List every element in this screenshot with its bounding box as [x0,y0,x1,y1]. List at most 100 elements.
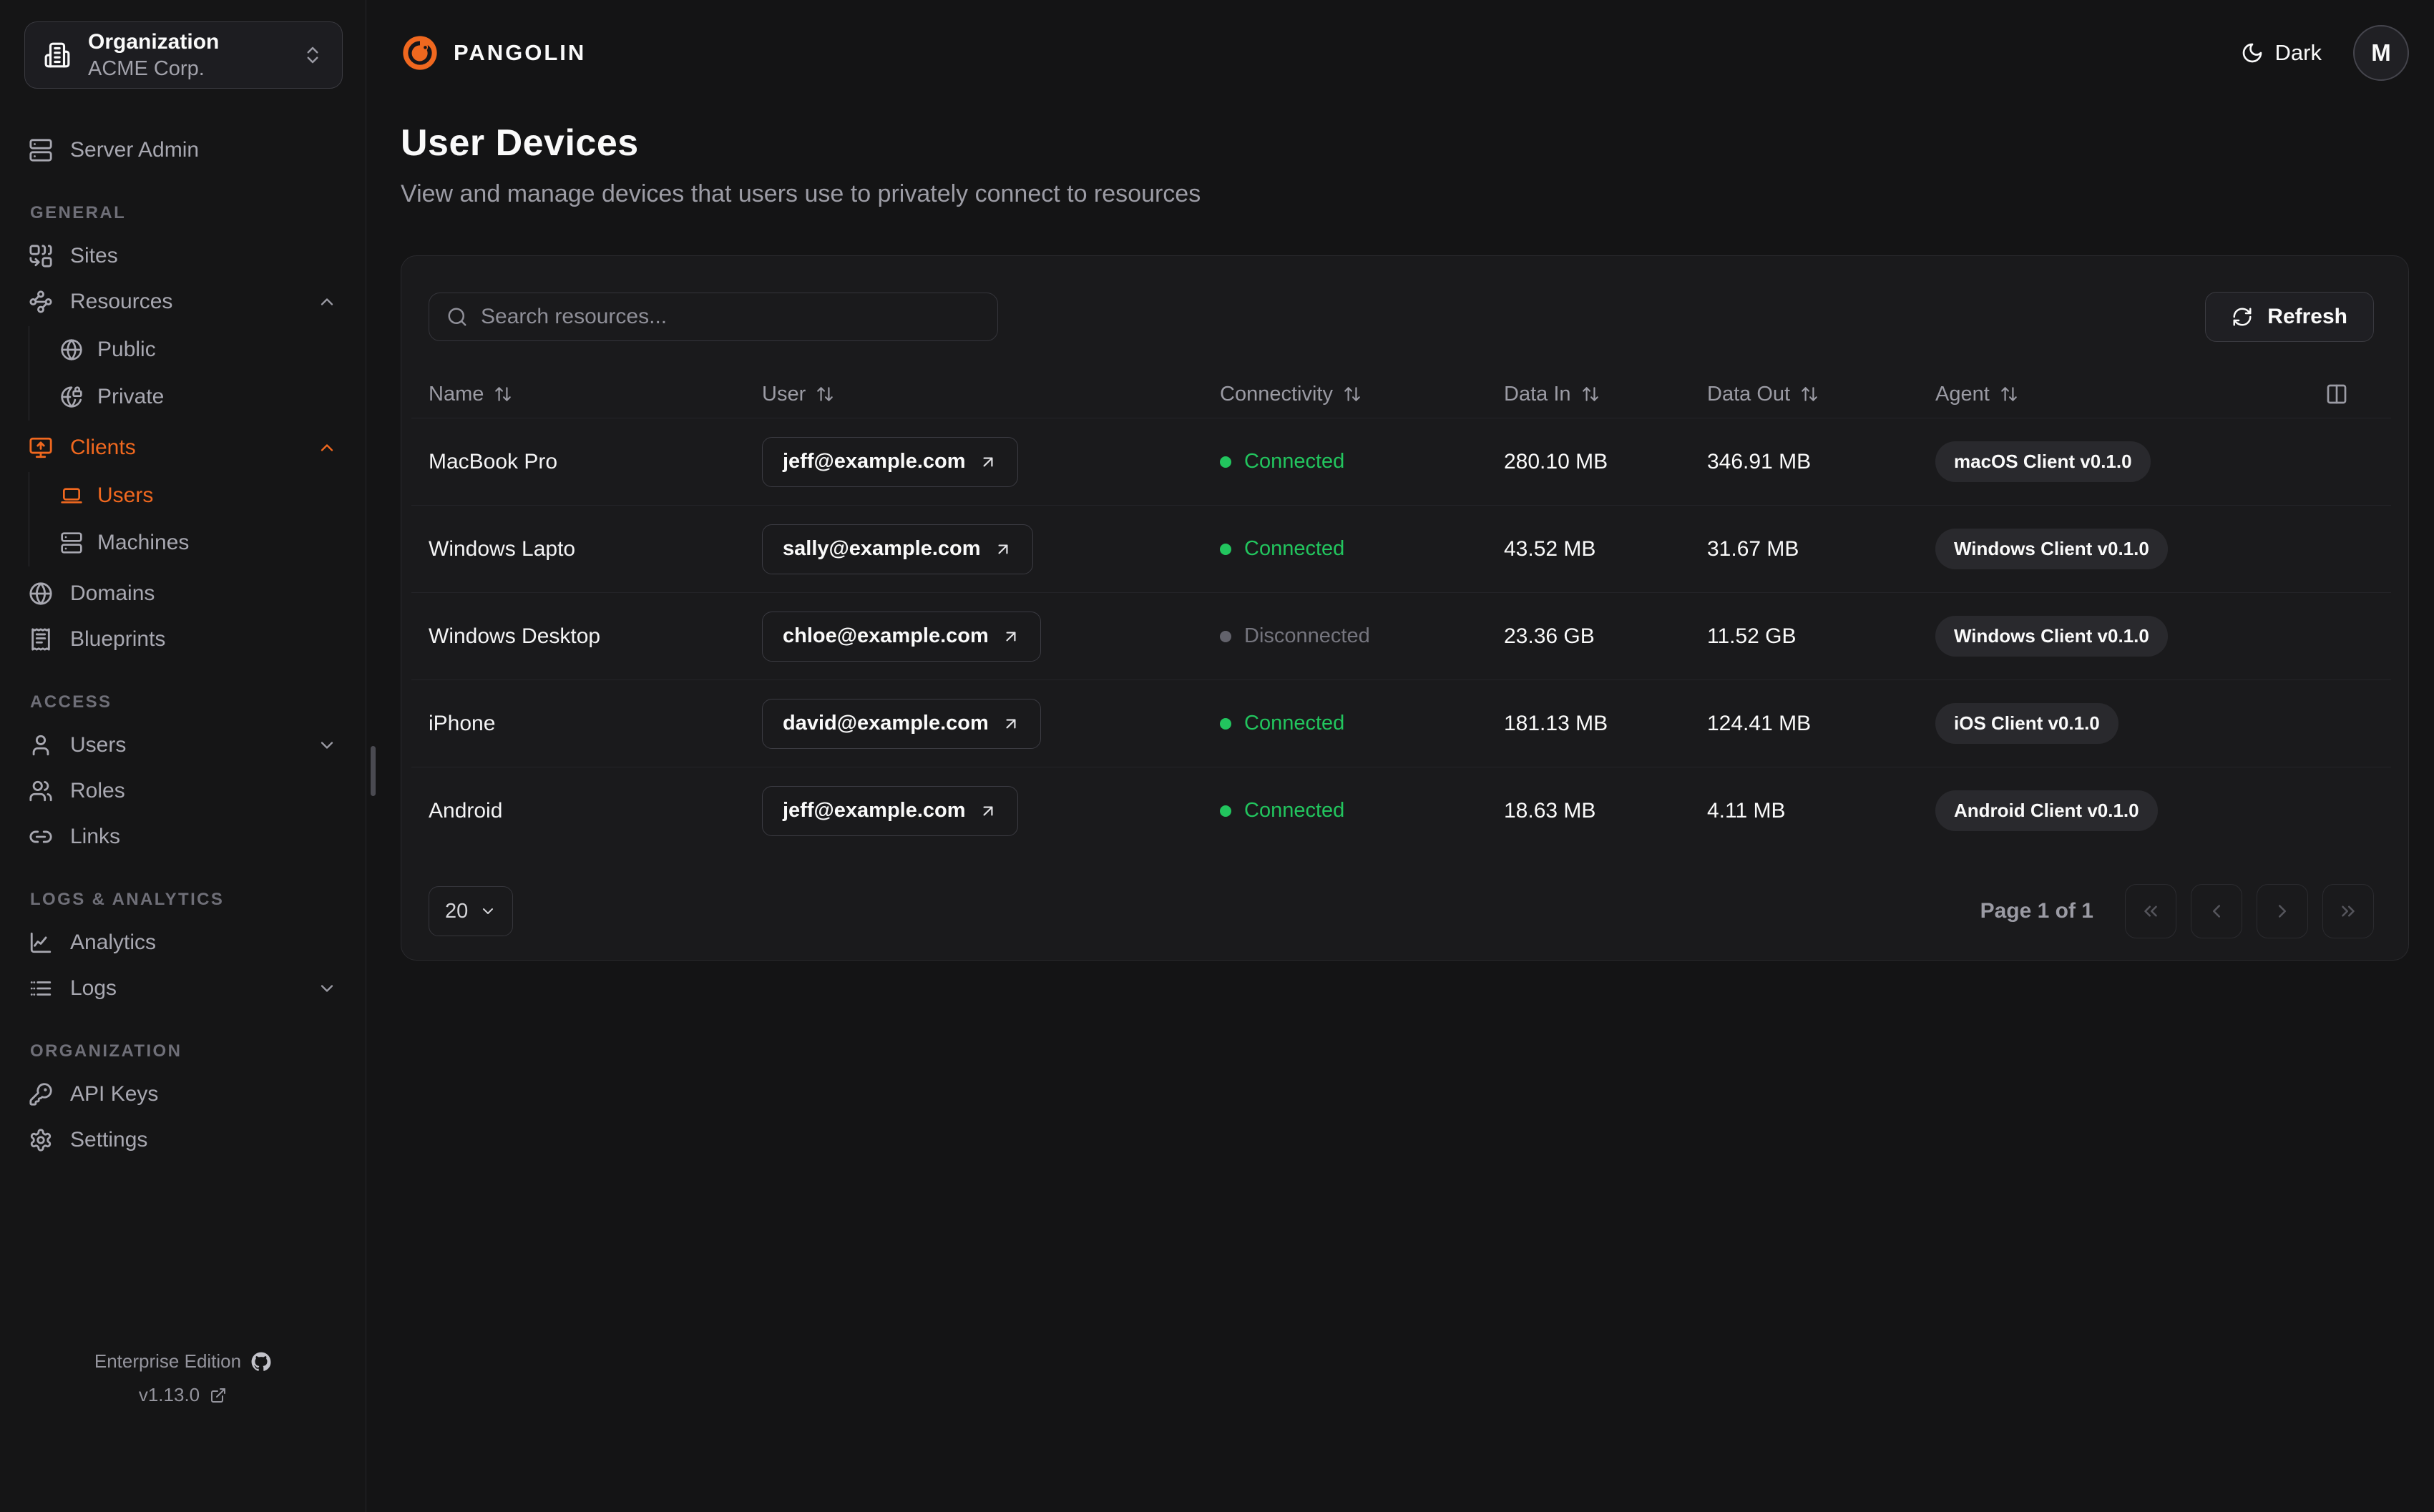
version-line[interactable]: v1.13.0 [0,1384,366,1406]
search-input[interactable] [481,305,980,329]
column-label: Agent [1935,382,1990,406]
brand-name: PANGOLIN [454,40,587,65]
column-label: Name [429,382,484,406]
sidebar-item-label: API Keys [70,1082,159,1106]
refresh-button[interactable]: Refresh [2205,292,2374,342]
theme-toggle[interactable]: Dark [2241,40,2322,66]
sidebar-item-analytics[interactable]: Analytics [0,921,366,964]
pager-controls: Page 1 of 1 [1980,884,2374,938]
column-header-name[interactable]: Name [429,383,762,406]
brand[interactable]: PANGOLIN [401,34,586,72]
avatar[interactable]: M [2353,25,2409,81]
sort-icon [1802,387,1817,401]
sidebar-heading-organization: ORGANIZATION [30,1041,182,1061]
column-header-connectivity[interactable]: Connectivity [1220,383,1504,406]
chevron-left-icon [2213,905,2220,918]
sidebar-item-label: Settings [70,1128,148,1152]
sidebar-item-links[interactable]: Links [0,815,366,858]
last-page-button[interactable] [2322,884,2374,938]
sidebar-footer: Enterprise Edition v1.13.0 [0,1350,366,1512]
data-out-value: 31.67 MB [1707,536,1799,561]
sidebar-item-server-admin[interactable]: Server Admin [0,129,366,172]
column-header-user[interactable]: User [762,383,1220,406]
sort-icon [2000,387,2017,401]
sidebar-item-roles[interactable]: Roles [0,770,366,813]
sidebar-item-api-keys[interactable]: API Keys [0,1073,366,1116]
data-in-value: 43.52 MB [1504,536,1596,561]
arrow-up-right-icon [983,806,993,815]
external-link-icon [211,1388,226,1403]
user-link-button[interactable]: david@example.com [762,698,1041,749]
sidebar-item-public[interactable]: Public [29,326,366,373]
status-dot-icon [1220,805,1231,817]
arrow-up-right-icon [998,544,1008,554]
column-header-agent[interactable]: Agent [1935,383,2374,406]
search-box[interactable] [429,293,998,341]
topbar-right: Dark M [2241,25,2409,81]
page-status: Page 1 of 1 [1980,899,2093,923]
user-email: chloe@example.com [783,624,989,647]
arrow-up-right-icon [1006,632,1016,641]
chevron-down-icon [483,908,494,914]
chevrons-right-icon [2342,905,2355,917]
theme-label: Dark [2274,40,2322,65]
users-icon [29,780,52,802]
sidebar-item-label: Server Admin [70,138,200,162]
sidebar-item-client-users[interactable]: Users [29,472,366,519]
next-page-button[interactable] [2257,884,2308,938]
agent-badge: Windows Client v0.1.0 [1935,616,2168,657]
page-subtitle: View and manage devices that users use t… [401,180,1201,207]
connectivity-status: Connected [1220,537,1504,561]
sidebar-item-logs[interactable]: Logs [0,967,366,1010]
laptop-icon [61,488,82,504]
status-dot-icon [1220,543,1231,555]
sidebar: Organization ACME Corp. Server Admin GEN… [0,0,376,1512]
sidebar-item-clients[interactable]: Clients [0,426,366,469]
status-label: Connected [1244,450,1345,473]
status-dot-icon [1220,717,1231,730]
sidebar-item-private[interactable]: Private [29,373,366,421]
chevron-up-icon [321,444,333,451]
user-link-button[interactable]: jeff@example.com [762,436,1018,487]
sidebar-item-domains[interactable]: Domains [0,572,366,615]
sidebar-item-machines[interactable]: Machines [29,519,366,566]
column-header-data-out[interactable]: Data Out [1707,383,1935,406]
org-switcher[interactable]: Organization ACME Corp. [24,21,343,89]
device-name: Android [429,798,503,823]
sidebar-scrollbar-thumb[interactable] [371,746,376,796]
previous-page-button[interactable] [2191,884,2242,938]
chevron-right-icon [2279,905,2286,918]
main-content: PANGOLIN Dark M User Devices View and ma… [366,0,2434,1512]
user-link-button[interactable]: sally@example.com [762,524,1033,574]
edition-line[interactable]: Enterprise Edition [0,1350,366,1373]
column-header-data-in[interactable]: Data In [1504,383,1707,406]
page-size-select[interactable]: 20 [429,886,514,936]
gear-icon [30,1129,52,1152]
first-page-button[interactable] [2125,884,2176,938]
agent-badge: iOS Client v0.1.0 [1935,703,2118,744]
sidebar-item-label: Clients [70,436,136,459]
user-link-button[interactable]: jeff@example.com [762,785,1018,836]
version-label: v1.13.0 [138,1384,200,1405]
table-header-row: Name User Connectivity Data In Data Out … [411,370,2391,418]
globe-icon [29,582,52,605]
agent-badge: Windows Client v0.1.0 [1935,529,2168,569]
columns-icon[interactable] [2325,383,2348,406]
user-link-button[interactable]: chloe@example.com [762,611,1041,662]
user-email: jeff@example.com [783,450,966,473]
sidebar-item-sites[interactable]: Sites [0,235,366,278]
agent-badge: Android Client v0.1.0 [1935,790,2158,831]
column-label: User [762,382,806,406]
sidebar-item-label: Public [97,338,156,361]
sidebar-item-resources[interactable]: Resources [0,280,366,323]
sidebar-item-users[interactable]: Users [0,724,366,767]
sidebar-item-blueprints[interactable]: Blueprints [0,618,366,661]
sidebar-item-label: Private [97,385,165,408]
sidebar-heading-logs: LOGS & ANALYTICS [30,890,225,909]
avatar-initial: M [2371,39,2391,66]
sidebar-item-settings[interactable]: Settings [0,1119,366,1162]
column-label: Data Out [1707,382,1791,406]
card-toolbar: Refresh [429,292,2374,342]
chevrons-left-icon [2144,905,2157,917]
chevrons-up-down-icon [307,46,318,64]
